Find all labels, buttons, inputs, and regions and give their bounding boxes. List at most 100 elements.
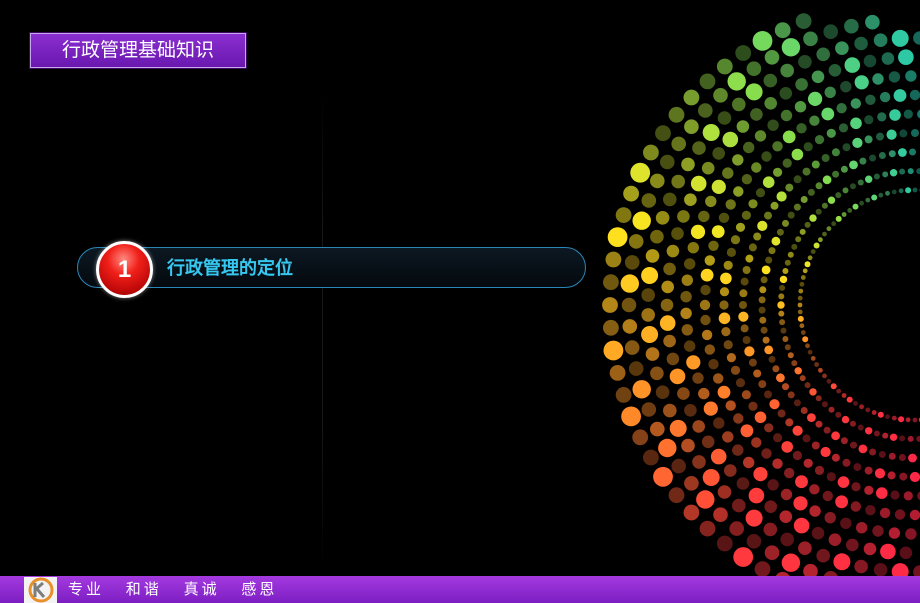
section-item-label[interactable]: 行政管理的定位 (167, 257, 293, 281)
ring-dot (846, 538, 859, 552)
ring-dot (746, 61, 762, 76)
ring-dot (704, 255, 715, 266)
ring-dot (668, 106, 685, 123)
ring-dot (837, 476, 850, 488)
ring-dot (698, 103, 713, 118)
ring-dot (687, 242, 699, 254)
ring-dot (859, 200, 864, 206)
ring-dot (911, 129, 919, 137)
ring-dot (811, 526, 825, 540)
ring-dot (776, 191, 787, 202)
ring-dot (663, 192, 677, 207)
ring-dot (684, 258, 696, 270)
ring-dot (663, 262, 676, 276)
ring-dot (743, 456, 755, 469)
ring-dot (723, 260, 733, 270)
ring-dot (742, 266, 751, 274)
ring-dot (641, 267, 659, 284)
ring-dot (799, 323, 805, 329)
ring-dot (780, 488, 793, 501)
ring-dot (779, 510, 793, 523)
ring-dot (890, 490, 900, 500)
ring-dot (628, 234, 644, 249)
ring-dot (741, 174, 753, 185)
ring-dot (885, 190, 890, 196)
ring-dot (907, 168, 914, 175)
ring-dot (798, 55, 812, 69)
ring-dot (871, 410, 877, 415)
ring-dot (898, 148, 907, 157)
ring-dot (800, 196, 808, 203)
ring-dot (791, 243, 798, 250)
ring-dot (735, 45, 752, 61)
ring-dot (655, 211, 670, 225)
ring-dot (641, 326, 659, 343)
ring-dot (630, 162, 651, 183)
ring-dot (877, 112, 887, 122)
ring-dot (671, 227, 684, 240)
ring-dot (603, 319, 619, 336)
ring-dot (826, 472, 836, 482)
ring-dot (758, 306, 766, 314)
ring-dot (797, 295, 803, 301)
ring-dot (754, 561, 771, 576)
ring-dot (871, 194, 878, 201)
ring-dot (686, 355, 701, 370)
ring-dot (761, 265, 771, 275)
ring-dot (810, 249, 816, 255)
ring-dot (791, 148, 804, 161)
ring-dot (722, 167, 734, 179)
ring-dot (909, 471, 920, 483)
ring-dot (784, 344, 791, 351)
ring-dot (780, 532, 794, 547)
ring-dot (733, 186, 744, 197)
ring-dot (708, 359, 719, 370)
ring-dot (905, 528, 917, 540)
ring-dot (732, 154, 744, 166)
ring-dot (846, 396, 853, 403)
ring-dot (666, 244, 680, 258)
ring-dot (903, 109, 913, 119)
ring-dot (873, 563, 888, 576)
section-item-pill[interactable] (77, 247, 586, 288)
ring-dot (713, 417, 725, 429)
ring-dot (823, 426, 831, 434)
ring-dot (814, 362, 819, 367)
ring-dot (733, 413, 744, 424)
ring-dot (865, 175, 873, 183)
footer-bar: 专业 和谐 真诚 感恩 (0, 576, 920, 603)
ring-dot (773, 433, 783, 443)
ring-dot (762, 176, 775, 188)
ring-dot (811, 441, 820, 450)
ring-dot (778, 293, 785, 300)
ring-dot (602, 297, 618, 313)
ring-dot (811, 70, 825, 84)
ring-dot (764, 50, 780, 65)
ring-dot (807, 349, 813, 355)
ring-dot (615, 387, 632, 403)
ring-dot (800, 330, 806, 335)
ring-dot (905, 187, 912, 194)
ring-dot (748, 401, 758, 411)
ring-dot (761, 151, 772, 162)
ring-dot (857, 179, 864, 186)
ring-dot (795, 78, 808, 91)
ring-dot (809, 388, 817, 396)
ring-dot (784, 259, 791, 266)
ring-dot (842, 143, 851, 152)
ring-dot (826, 226, 832, 232)
ring-dot (774, 22, 791, 39)
ring-dot (735, 378, 746, 388)
ring-dot (781, 441, 793, 453)
ring-dot (797, 315, 804, 322)
ring-dot (792, 425, 803, 436)
ring-dot (722, 131, 739, 148)
ring-dot (722, 431, 734, 443)
ring-dot (831, 148, 840, 157)
ring-dot (750, 108, 763, 121)
ring-dot (603, 340, 624, 361)
ring-dot (699, 73, 716, 90)
ring-dot (888, 452, 896, 460)
ring-dot (759, 316, 767, 324)
ring-dot (864, 466, 873, 475)
